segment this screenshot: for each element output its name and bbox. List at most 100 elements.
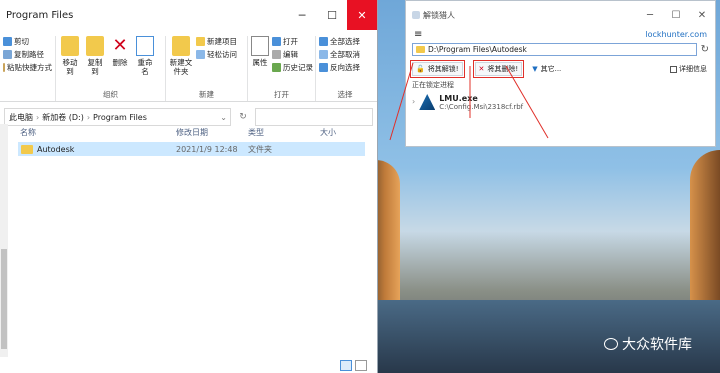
new-item-icon (196, 37, 205, 46)
cut-label: 剪切 (14, 37, 29, 46)
properties-icon (251, 36, 269, 56)
open-button[interactable]: 打开 (272, 36, 313, 47)
delete-button[interactable]: ✕ 删除 (109, 36, 131, 89)
rename-button[interactable]: 重命名 (134, 36, 156, 89)
paste-shortcut-icon (3, 63, 5, 72)
edit-label: 编辑 (283, 50, 298, 59)
copy-path-icon (3, 50, 12, 59)
delete-x-icon: ✕ (112, 35, 128, 56)
lockhunter-menu-row: ≡ lockhunter.com (406, 29, 715, 40)
action-row: 🔓 将其解锁! ✕ 将其删除! ▼ 其它... 详细信息 (406, 60, 715, 78)
edit-button[interactable]: 编辑 (272, 49, 313, 60)
new-folder-label: 新建文件夹 (169, 58, 193, 76)
path-value: D:\Program Files\Autodesk (428, 45, 527, 54)
maximize-button[interactable]: ☐ (317, 0, 347, 30)
wechat-icon (604, 338, 618, 350)
lh-maximize-button[interactable]: ☐ (663, 10, 689, 21)
other-menu-button[interactable]: ▼ 其它... (532, 64, 561, 74)
path-input[interactable]: D:\Program Files\Autodesk (412, 43, 697, 56)
lockhunter-site-link[interactable]: lockhunter.com (645, 30, 707, 39)
history-label: 历史记录 (283, 63, 313, 72)
refresh-icon[interactable]: ↻ (701, 44, 709, 55)
easy-access-label: 轻松访问 (207, 50, 237, 59)
rename-label: 重命名 (137, 58, 153, 76)
nav-pane-scrollbar[interactable] (0, 124, 8, 357)
details-checkbox-row[interactable]: 详细信息 (670, 64, 707, 74)
properties-button[interactable]: 属性 (251, 36, 269, 89)
path-row: D:\Program Files\Autodesk ↻ (412, 43, 709, 56)
breadcrumb-separator-icon: › (36, 112, 40, 122)
easy-access-icon (196, 50, 205, 59)
breadcrumb-drive[interactable]: 新加卷 (D:) (42, 112, 84, 123)
clipboard-group: 剪切 复制路径 粘贴快捷方式 (0, 36, 56, 101)
explorer-titlebar: Program Files ─ ☐ ✕ (0, 0, 377, 30)
breadcrumb-folder[interactable]: Program Files (93, 113, 147, 122)
lockhunter-titlebar: 解锁猎人 ─ ☐ ✕ (406, 1, 715, 29)
new-folder-icon (172, 36, 190, 56)
new-item-button[interactable]: 新建项目 (196, 36, 237, 47)
breadcrumb-separator-icon: › (86, 112, 91, 122)
copy-to-icon (86, 36, 104, 56)
hamburger-menu-icon[interactable]: ≡ (414, 29, 422, 40)
column-header-row: 名称 修改日期 类型 大小 (0, 124, 377, 140)
select-group-label: 选择 (337, 90, 353, 99)
select-none-button[interactable]: 全部取消 (319, 49, 371, 60)
details-view-icon[interactable] (340, 359, 352, 371)
move-to-button[interactable]: 移动到 (59, 36, 81, 89)
watermark: 大众软件库 (604, 334, 692, 354)
address-dropdown-icon[interactable]: ⌄ (220, 113, 227, 122)
file-type: 文件夹 (248, 144, 272, 154)
file-name: Autodesk (37, 144, 75, 154)
other-label: 其它... (540, 65, 562, 73)
edit-icon (272, 50, 281, 59)
select-none-icon (319, 50, 328, 59)
file-explorer-window: Program Files ─ ☐ ✕ 剪切 复制路径 粘贴快捷方式 移动到 复… (0, 0, 378, 373)
column-name[interactable]: 名称 (0, 127, 176, 138)
autodesk-app-icon (419, 94, 436, 110)
breadcrumb-this-pc[interactable]: 此电脑 (9, 112, 33, 123)
folder-icon (21, 144, 33, 154)
paste-shortcut-button[interactable]: 粘贴快捷方式 (3, 62, 52, 73)
open-group-label: 打开 (274, 90, 289, 99)
copy-path-button[interactable]: 复制路径 (3, 49, 52, 60)
lh-close-button[interactable]: ✕ (689, 10, 715, 21)
copy-path-label: 复制路径 (14, 50, 44, 59)
delete-label: 删除 (112, 58, 128, 67)
column-type[interactable]: 类型 (248, 127, 320, 138)
invert-selection-icon (319, 63, 328, 72)
select-group: 全部选择 全部取消 反向选择 选择 (316, 36, 374, 101)
file-row[interactable]: Autodesk 2021/1/9 12:48 文件夹 (18, 142, 365, 156)
easy-access-button[interactable]: 轻松访问 (196, 49, 237, 60)
close-button[interactable]: ✕ (347, 0, 377, 30)
new-item-label: 新建项目 (207, 37, 237, 46)
invert-selection-label: 反向选择 (330, 63, 360, 72)
unlock-button[interactable]: 🔓 将其解锁! (410, 60, 465, 78)
process-item[interactable]: › LMU.exe C:\Config.Msi\2318cf.rbf (406, 94, 715, 111)
invert-selection-button[interactable]: 反向选择 (319, 62, 371, 73)
column-modified[interactable]: 修改日期 (176, 127, 248, 138)
delete-it-button[interactable]: ✕ 将其删除! (472, 60, 525, 78)
explorer-title: Program Files (6, 9, 74, 21)
details-checkbox[interactable] (670, 65, 677, 73)
folder-icon (416, 46, 425, 53)
large-icons-view-icon[interactable] (355, 359, 367, 371)
history-icon (272, 63, 281, 72)
properties-label: 属性 (252, 58, 268, 67)
column-size[interactable]: 大小 (320, 127, 360, 138)
history-button[interactable]: 历史记录 (272, 62, 313, 73)
lh-minimize-button[interactable]: ─ (637, 10, 663, 21)
cut-button[interactable]: 剪切 (3, 36, 52, 47)
copy-to-button[interactable]: 复制到 (84, 36, 106, 89)
select-all-label: 全部选择 (330, 37, 360, 46)
select-all-button[interactable]: 全部选择 (319, 36, 371, 47)
expand-chevron-icon[interactable]: › (412, 97, 415, 106)
process-name: LMU.exe (439, 94, 478, 103)
lock-icon (412, 11, 420, 19)
lockhunter-title: 解锁猎人 (423, 10, 455, 20)
rename-icon (136, 36, 154, 56)
minimize-button[interactable]: ─ (287, 0, 317, 30)
scissors-icon (3, 37, 12, 46)
new-folder-button[interactable]: 新建文件夹 (169, 36, 193, 89)
scroll-thumb[interactable] (1, 249, 7, 349)
move-to-icon (61, 36, 79, 56)
